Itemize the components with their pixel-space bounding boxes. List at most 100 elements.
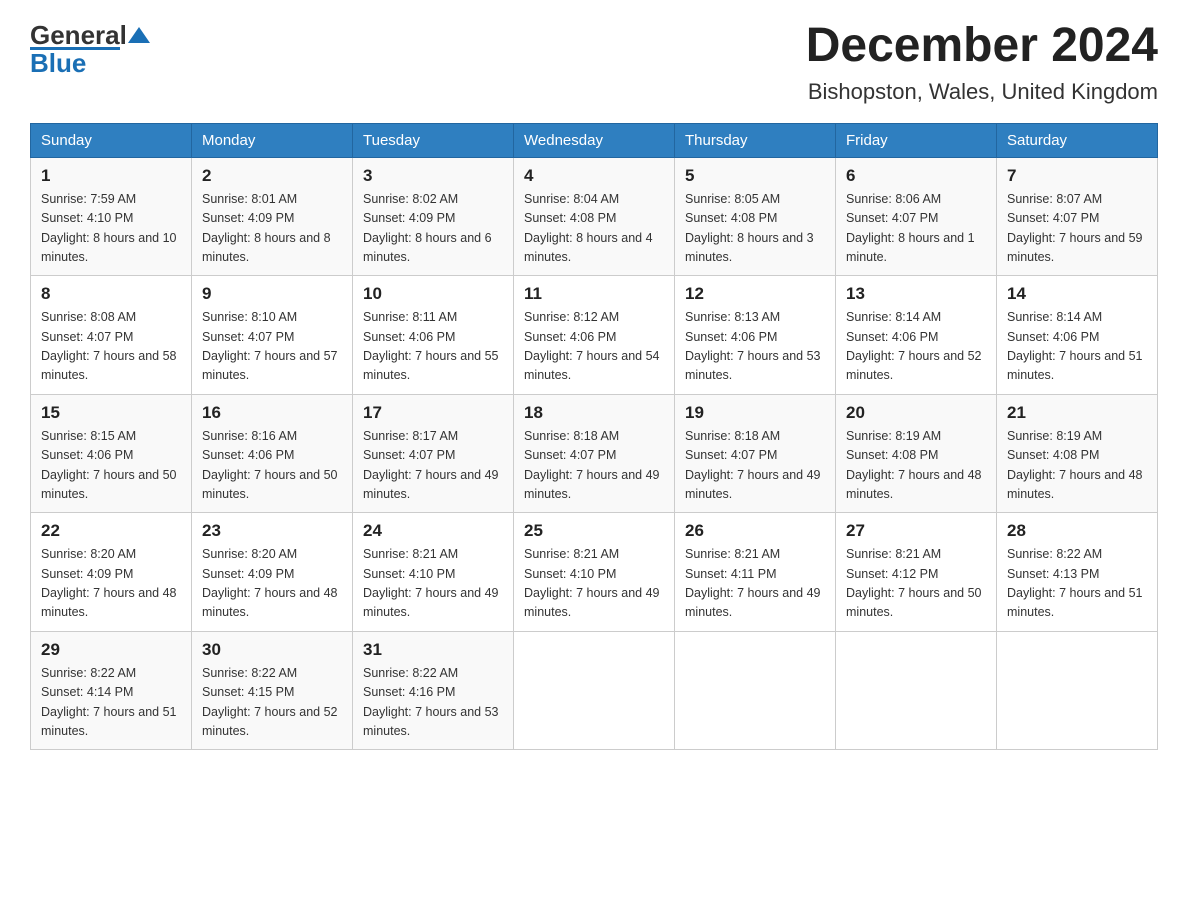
day-number: 4 xyxy=(524,166,664,186)
calendar-cell xyxy=(675,631,836,750)
calendar-cell: 25 Sunrise: 8:21 AM Sunset: 4:10 PM Dayl… xyxy=(514,513,675,632)
day-number: 31 xyxy=(363,640,503,660)
day-info: Sunrise: 8:15 AM Sunset: 4:06 PM Dayligh… xyxy=(41,427,181,505)
calendar-cell: 19 Sunrise: 8:18 AM Sunset: 4:07 PM Dayl… xyxy=(675,394,836,513)
day-number: 6 xyxy=(846,166,986,186)
calendar-cell: 13 Sunrise: 8:14 AM Sunset: 4:06 PM Dayl… xyxy=(836,276,997,395)
header-sunday: Sunday xyxy=(31,123,192,157)
day-number: 20 xyxy=(846,403,986,423)
day-number: 9 xyxy=(202,284,342,304)
day-number: 14 xyxy=(1007,284,1147,304)
day-number: 25 xyxy=(524,521,664,541)
day-info: Sunrise: 8:20 AM Sunset: 4:09 PM Dayligh… xyxy=(41,545,181,623)
calendar-cell: 24 Sunrise: 8:21 AM Sunset: 4:10 PM Dayl… xyxy=(353,513,514,632)
day-info: Sunrise: 8:19 AM Sunset: 4:08 PM Dayligh… xyxy=(1007,427,1147,505)
calendar-cell: 3 Sunrise: 8:02 AM Sunset: 4:09 PM Dayli… xyxy=(353,157,514,276)
day-number: 16 xyxy=(202,403,342,423)
day-info: Sunrise: 8:12 AM Sunset: 4:06 PM Dayligh… xyxy=(524,308,664,386)
day-info: Sunrise: 8:01 AM Sunset: 4:09 PM Dayligh… xyxy=(202,190,342,268)
day-info: Sunrise: 8:19 AM Sunset: 4:08 PM Dayligh… xyxy=(846,427,986,505)
day-number: 3 xyxy=(363,166,503,186)
calendar-cell: 9 Sunrise: 8:10 AM Sunset: 4:07 PM Dayli… xyxy=(192,276,353,395)
calendar-cell: 14 Sunrise: 8:14 AM Sunset: 4:06 PM Dayl… xyxy=(997,276,1158,395)
calendar-cell: 23 Sunrise: 8:20 AM Sunset: 4:09 PM Dayl… xyxy=(192,513,353,632)
calendar-cell: 2 Sunrise: 8:01 AM Sunset: 4:09 PM Dayli… xyxy=(192,157,353,276)
day-number: 30 xyxy=(202,640,342,660)
day-number: 15 xyxy=(41,403,181,423)
day-number: 28 xyxy=(1007,521,1147,541)
calendar-cell: 8 Sunrise: 8:08 AM Sunset: 4:07 PM Dayli… xyxy=(31,276,192,395)
day-info: Sunrise: 8:20 AM Sunset: 4:09 PM Dayligh… xyxy=(202,545,342,623)
day-info: Sunrise: 8:07 AM Sunset: 4:07 PM Dayligh… xyxy=(1007,190,1147,268)
calendar-cell: 4 Sunrise: 8:04 AM Sunset: 4:08 PM Dayli… xyxy=(514,157,675,276)
logo-blue: Blue xyxy=(30,48,86,79)
day-info: Sunrise: 8:18 AM Sunset: 4:07 PM Dayligh… xyxy=(524,427,664,505)
day-info: Sunrise: 8:13 AM Sunset: 4:06 PM Dayligh… xyxy=(685,308,825,386)
calendar-cell: 31 Sunrise: 8:22 AM Sunset: 4:16 PM Dayl… xyxy=(353,631,514,750)
title-block: December 2024 Bishopston, Wales, United … xyxy=(806,20,1158,105)
header-monday: Monday xyxy=(192,123,353,157)
calendar-cell: 30 Sunrise: 8:22 AM Sunset: 4:15 PM Dayl… xyxy=(192,631,353,750)
calendar-subtitle: Bishopston, Wales, United Kingdom xyxy=(806,79,1158,105)
calendar-cell: 11 Sunrise: 8:12 AM Sunset: 4:06 PM Dayl… xyxy=(514,276,675,395)
day-info: Sunrise: 8:22 AM Sunset: 4:15 PM Dayligh… xyxy=(202,664,342,742)
day-number: 18 xyxy=(524,403,664,423)
calendar-cell xyxy=(997,631,1158,750)
calendar-week-row: 8 Sunrise: 8:08 AM Sunset: 4:07 PM Dayli… xyxy=(31,276,1158,395)
day-number: 10 xyxy=(363,284,503,304)
calendar-cell: 29 Sunrise: 8:22 AM Sunset: 4:14 PM Dayl… xyxy=(31,631,192,750)
day-info: Sunrise: 8:10 AM Sunset: 4:07 PM Dayligh… xyxy=(202,308,342,386)
day-number: 13 xyxy=(846,284,986,304)
calendar-week-row: 15 Sunrise: 8:15 AM Sunset: 4:06 PM Dayl… xyxy=(31,394,1158,513)
day-number: 27 xyxy=(846,521,986,541)
header-wednesday: Wednesday xyxy=(514,123,675,157)
day-info: Sunrise: 8:06 AM Sunset: 4:07 PM Dayligh… xyxy=(846,190,986,268)
day-info: Sunrise: 8:18 AM Sunset: 4:07 PM Dayligh… xyxy=(685,427,825,505)
day-number: 26 xyxy=(685,521,825,541)
day-number: 11 xyxy=(524,284,664,304)
day-info: Sunrise: 8:04 AM Sunset: 4:08 PM Dayligh… xyxy=(524,190,664,268)
calendar-header-row: SundayMondayTuesdayWednesdayThursdayFrid… xyxy=(31,123,1158,157)
calendar-cell: 22 Sunrise: 8:20 AM Sunset: 4:09 PM Dayl… xyxy=(31,513,192,632)
day-info: Sunrise: 8:21 AM Sunset: 4:11 PM Dayligh… xyxy=(685,545,825,623)
day-info: Sunrise: 8:14 AM Sunset: 4:06 PM Dayligh… xyxy=(846,308,986,386)
calendar-cell: 10 Sunrise: 8:11 AM Sunset: 4:06 PM Dayl… xyxy=(353,276,514,395)
calendar-cell: 16 Sunrise: 8:16 AM Sunset: 4:06 PM Dayl… xyxy=(192,394,353,513)
calendar-week-row: 22 Sunrise: 8:20 AM Sunset: 4:09 PM Dayl… xyxy=(31,513,1158,632)
calendar-week-row: 1 Sunrise: 7:59 AM Sunset: 4:10 PM Dayli… xyxy=(31,157,1158,276)
day-number: 22 xyxy=(41,521,181,541)
logo-triangle-icon xyxy=(128,23,150,49)
calendar-cell: 20 Sunrise: 8:19 AM Sunset: 4:08 PM Dayl… xyxy=(836,394,997,513)
calendar-cell xyxy=(514,631,675,750)
calendar-cell: 5 Sunrise: 8:05 AM Sunset: 4:08 PM Dayli… xyxy=(675,157,836,276)
day-info: Sunrise: 8:21 AM Sunset: 4:12 PM Dayligh… xyxy=(846,545,986,623)
day-number: 5 xyxy=(685,166,825,186)
day-info: Sunrise: 8:17 AM Sunset: 4:07 PM Dayligh… xyxy=(363,427,503,505)
header-thursday: Thursday xyxy=(675,123,836,157)
calendar-cell: 6 Sunrise: 8:06 AM Sunset: 4:07 PM Dayli… xyxy=(836,157,997,276)
day-number: 12 xyxy=(685,284,825,304)
calendar-cell: 18 Sunrise: 8:18 AM Sunset: 4:07 PM Dayl… xyxy=(514,394,675,513)
day-number: 21 xyxy=(1007,403,1147,423)
page-header: General Blue December 2024 Bishopston, W… xyxy=(30,20,1158,105)
day-info: Sunrise: 8:22 AM Sunset: 4:13 PM Dayligh… xyxy=(1007,545,1147,623)
day-number: 8 xyxy=(41,284,181,304)
day-number: 2 xyxy=(202,166,342,186)
header-tuesday: Tuesday xyxy=(353,123,514,157)
calendar-title: December 2024 xyxy=(806,20,1158,73)
calendar-cell: 12 Sunrise: 8:13 AM Sunset: 4:06 PM Dayl… xyxy=(675,276,836,395)
calendar-cell: 17 Sunrise: 8:17 AM Sunset: 4:07 PM Dayl… xyxy=(353,394,514,513)
calendar-cell: 26 Sunrise: 8:21 AM Sunset: 4:11 PM Dayl… xyxy=(675,513,836,632)
calendar-cell xyxy=(836,631,997,750)
calendar-cell: 21 Sunrise: 8:19 AM Sunset: 4:08 PM Dayl… xyxy=(997,394,1158,513)
calendar-cell: 1 Sunrise: 7:59 AM Sunset: 4:10 PM Dayli… xyxy=(31,157,192,276)
calendar-cell: 7 Sunrise: 8:07 AM Sunset: 4:07 PM Dayli… xyxy=(997,157,1158,276)
day-number: 19 xyxy=(685,403,825,423)
day-info: Sunrise: 8:21 AM Sunset: 4:10 PM Dayligh… xyxy=(363,545,503,623)
calendar-table: SundayMondayTuesdayWednesdayThursdayFrid… xyxy=(30,123,1158,751)
day-info: Sunrise: 8:22 AM Sunset: 4:14 PM Dayligh… xyxy=(41,664,181,742)
calendar-cell: 27 Sunrise: 8:21 AM Sunset: 4:12 PM Dayl… xyxy=(836,513,997,632)
day-info: Sunrise: 8:16 AM Sunset: 4:06 PM Dayligh… xyxy=(202,427,342,505)
day-info: Sunrise: 8:14 AM Sunset: 4:06 PM Dayligh… xyxy=(1007,308,1147,386)
day-info: Sunrise: 8:05 AM Sunset: 4:08 PM Dayligh… xyxy=(685,190,825,268)
